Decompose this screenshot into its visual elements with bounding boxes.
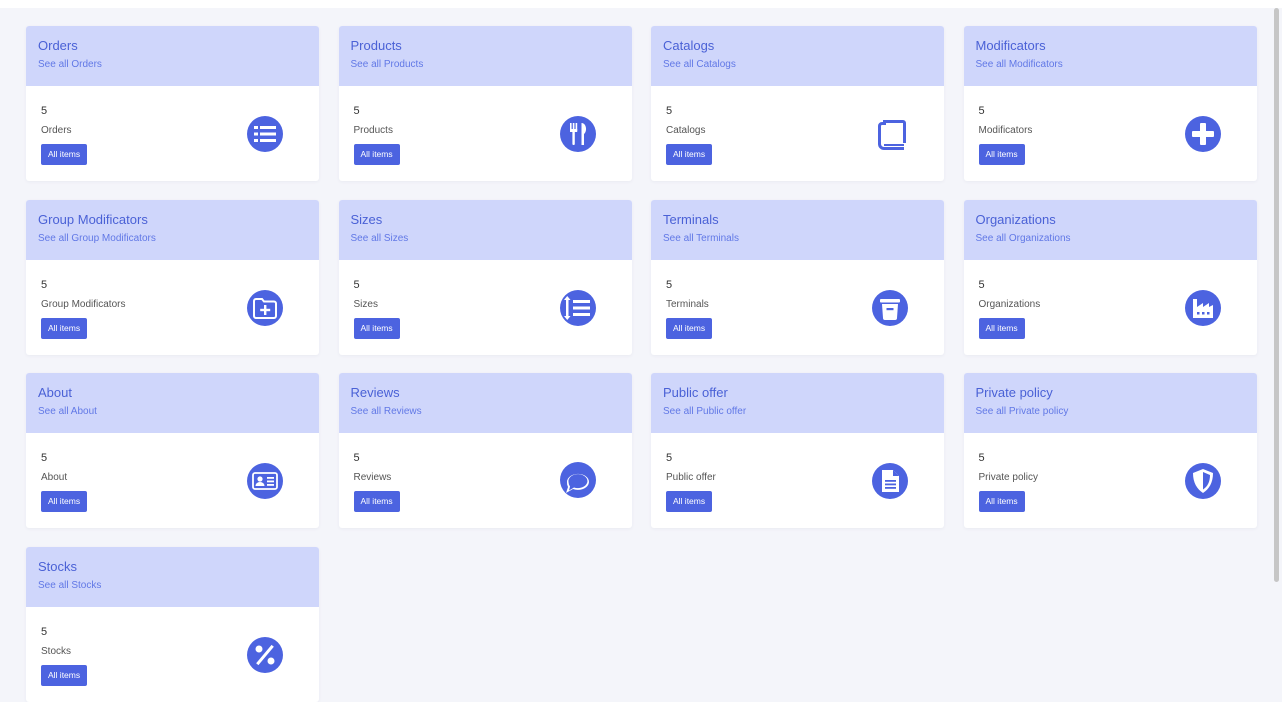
card-header: About See all About — [26, 373, 319, 433]
card-title: Modificators — [975, 38, 1046, 53]
scrollbar[interactable] — [1274, 8, 1279, 582]
id-card-icon — [245, 461, 285, 501]
see-all-link[interactable]: See all Orders — [38, 59, 307, 71]
card-about: About See all About 5 About All items — [26, 373, 319, 528]
card-group-modificators: Group Modificators See all Group Modific… — [26, 199, 319, 355]
shield-icon — [1183, 461, 1223, 501]
card-public-offer: Public offer See all Public offer 5 Publ… — [651, 373, 944, 528]
card-header: Reviews See all Reviews — [338, 373, 632, 433]
see-all-link[interactable]: See all Terminals — [663, 233, 932, 245]
card-organizations: Organizations See all Organizations 5 Or… — [963, 199, 1257, 355]
card-title: About — [38, 385, 72, 400]
all-items-button[interactable]: All items — [41, 491, 88, 512]
see-all-link[interactable]: See all Public offer — [663, 406, 932, 418]
all-items-button[interactable]: All items — [978, 144, 1025, 165]
list-icon — [245, 114, 285, 154]
card-reviews: Reviews See all Reviews 5 Reviews All it… — [338, 373, 632, 528]
card-title: Organizations — [975, 211, 1056, 227]
card-header: Organizations See all Organizations — [963, 199, 1257, 260]
card-header: Sizes See all Sizes — [338, 199, 632, 260]
see-all-link[interactable]: See all Group Modificators — [38, 233, 307, 245]
see-all-link[interactable]: See all Organizations — [976, 233, 1245, 245]
card-body: 5 Public offer All items — [651, 433, 944, 528]
card-body: 5 About All items — [26, 433, 319, 528]
all-items-button[interactable]: All items — [978, 491, 1025, 512]
card-title: Catalogs — [663, 38, 715, 53]
card-title: Stocks — [38, 558, 78, 574]
card-header: Catalogs See all Catalogs — [651, 26, 944, 86]
card-modificators: Modificators See all Modificators 5 Modi… — [963, 26, 1257, 181]
book-icon — [870, 114, 910, 154]
trash-icon — [870, 288, 910, 328]
card-title: Products — [350, 38, 402, 53]
all-items-button[interactable]: All items — [666, 491, 713, 512]
card-title: Public offer — [663, 385, 728, 400]
card-body: 5 Terminals All items — [651, 260, 944, 355]
card-stocks: Stocks See all Stocks 5 Stocks All items — [26, 546, 319, 702]
card-title: Sizes — [350, 211, 383, 227]
card-terminals: Terminals See all Terminals 5 Terminals … — [651, 199, 944, 355]
industry-icon — [1183, 288, 1223, 328]
percent-icon — [245, 635, 285, 675]
see-all-link[interactable]: See all Stocks — [38, 580, 307, 592]
card-header: Group Modificators See all Group Modific… — [26, 199, 319, 260]
card-title: Private policy — [975, 385, 1053, 400]
all-items-button[interactable]: All items — [353, 491, 400, 512]
document-icon — [870, 461, 910, 501]
card-body: 5 Orders All items — [26, 86, 319, 181]
folder-plus-icon — [245, 288, 285, 328]
card-header: Terminals See all Terminals — [651, 199, 944, 260]
card-body: 5 Organizations All items — [964, 260, 1257, 355]
card-header: Stocks See all Stocks — [26, 546, 319, 607]
all-items-button[interactable]: All items — [41, 317, 88, 339]
card-body: 5 Stocks All items — [26, 607, 319, 702]
card-orders: Orders See all Orders 5 Orders All items — [26, 26, 319, 181]
all-items-button[interactable]: All items — [41, 144, 88, 165]
all-items-button[interactable]: All items — [41, 664, 88, 686]
card-title: Reviews — [350, 385, 400, 400]
dashboard-grid: Orders See all Orders 5 Orders All items — [26, 26, 1257, 702]
top-bar — [0, 0, 1282, 8]
see-all-link[interactable]: See all Modificators — [976, 59, 1245, 71]
card-header: Public offer See all Public offer — [651, 373, 944, 433]
card-header: Modificators See all Modificators — [963, 26, 1257, 86]
see-all-link[interactable]: See all Catalogs — [663, 59, 932, 71]
card-body: 5 Modificators All items — [964, 86, 1257, 181]
card-header: Orders See all Orders — [26, 26, 319, 86]
see-all-link[interactable]: See all Private policy — [976, 406, 1245, 418]
card-title: Orders — [38, 38, 78, 53]
card-title: Group Modificators — [38, 211, 148, 227]
card-body: 5 Private policy All items — [964, 433, 1257, 528]
see-all-link[interactable]: See all Reviews — [351, 406, 620, 418]
see-all-link[interactable]: See all Products — [351, 59, 620, 71]
card-catalogs: Catalogs See all Catalogs 5 Catalogs All… — [651, 26, 944, 181]
plus-circle-icon — [1183, 114, 1223, 154]
see-all-link[interactable]: See all About — [38, 406, 307, 418]
card-products: Products See all Products 5 Products All… — [338, 26, 632, 181]
all-items-button[interactable]: All items — [666, 144, 713, 165]
sort-list-icon — [558, 288, 598, 328]
all-items-button[interactable]: All items — [666, 317, 713, 339]
card-header: Products See all Products — [338, 26, 632, 86]
card-body: 5 Sizes All items — [339, 260, 632, 355]
card-title: Terminals — [663, 211, 719, 227]
card-sizes: Sizes See all Sizes 5 Sizes All items — [338, 199, 632, 355]
card-header: Private policy See all Private policy — [963, 373, 1257, 433]
utensils-icon — [558, 114, 598, 154]
all-items-button[interactable]: All items — [353, 317, 400, 339]
comment-icon — [558, 461, 598, 501]
card-body: 5 Catalogs All items — [651, 86, 944, 181]
all-items-button[interactable]: All items — [978, 317, 1025, 339]
card-body: 5 Group Modificators All items — [26, 260, 319, 355]
all-items-button[interactable]: All items — [353, 144, 400, 165]
card-body: 5 Products All items — [339, 86, 632, 181]
see-all-link[interactable]: See all Sizes — [351, 233, 620, 245]
card-private-policy: Private policy See all Private policy 5 … — [963, 373, 1257, 528]
card-body: 5 Reviews All items — [339, 433, 632, 528]
